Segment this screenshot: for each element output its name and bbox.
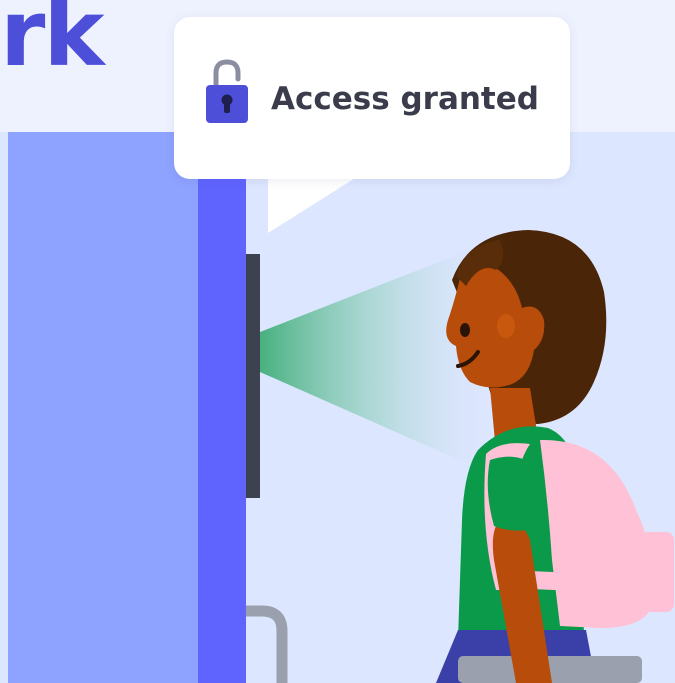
person-sleeve <box>487 456 544 531</box>
access-status-text: Access granted <box>271 81 539 117</box>
person-ear <box>497 314 515 338</box>
speech-bubble-tail <box>268 175 360 233</box>
illustration-stage: rk Access granted <box>0 0 675 683</box>
person-eye <box>460 323 470 337</box>
access-notification-bubble: Access granted <box>174 17 570 179</box>
unlocked-padlock-icon <box>206 59 248 123</box>
backpack-pocket <box>636 532 674 612</box>
page-headline: rk <box>0 0 105 87</box>
wall-panel <box>8 132 198 683</box>
door-frame <box>198 132 246 683</box>
face-scanner-device <box>246 254 260 498</box>
